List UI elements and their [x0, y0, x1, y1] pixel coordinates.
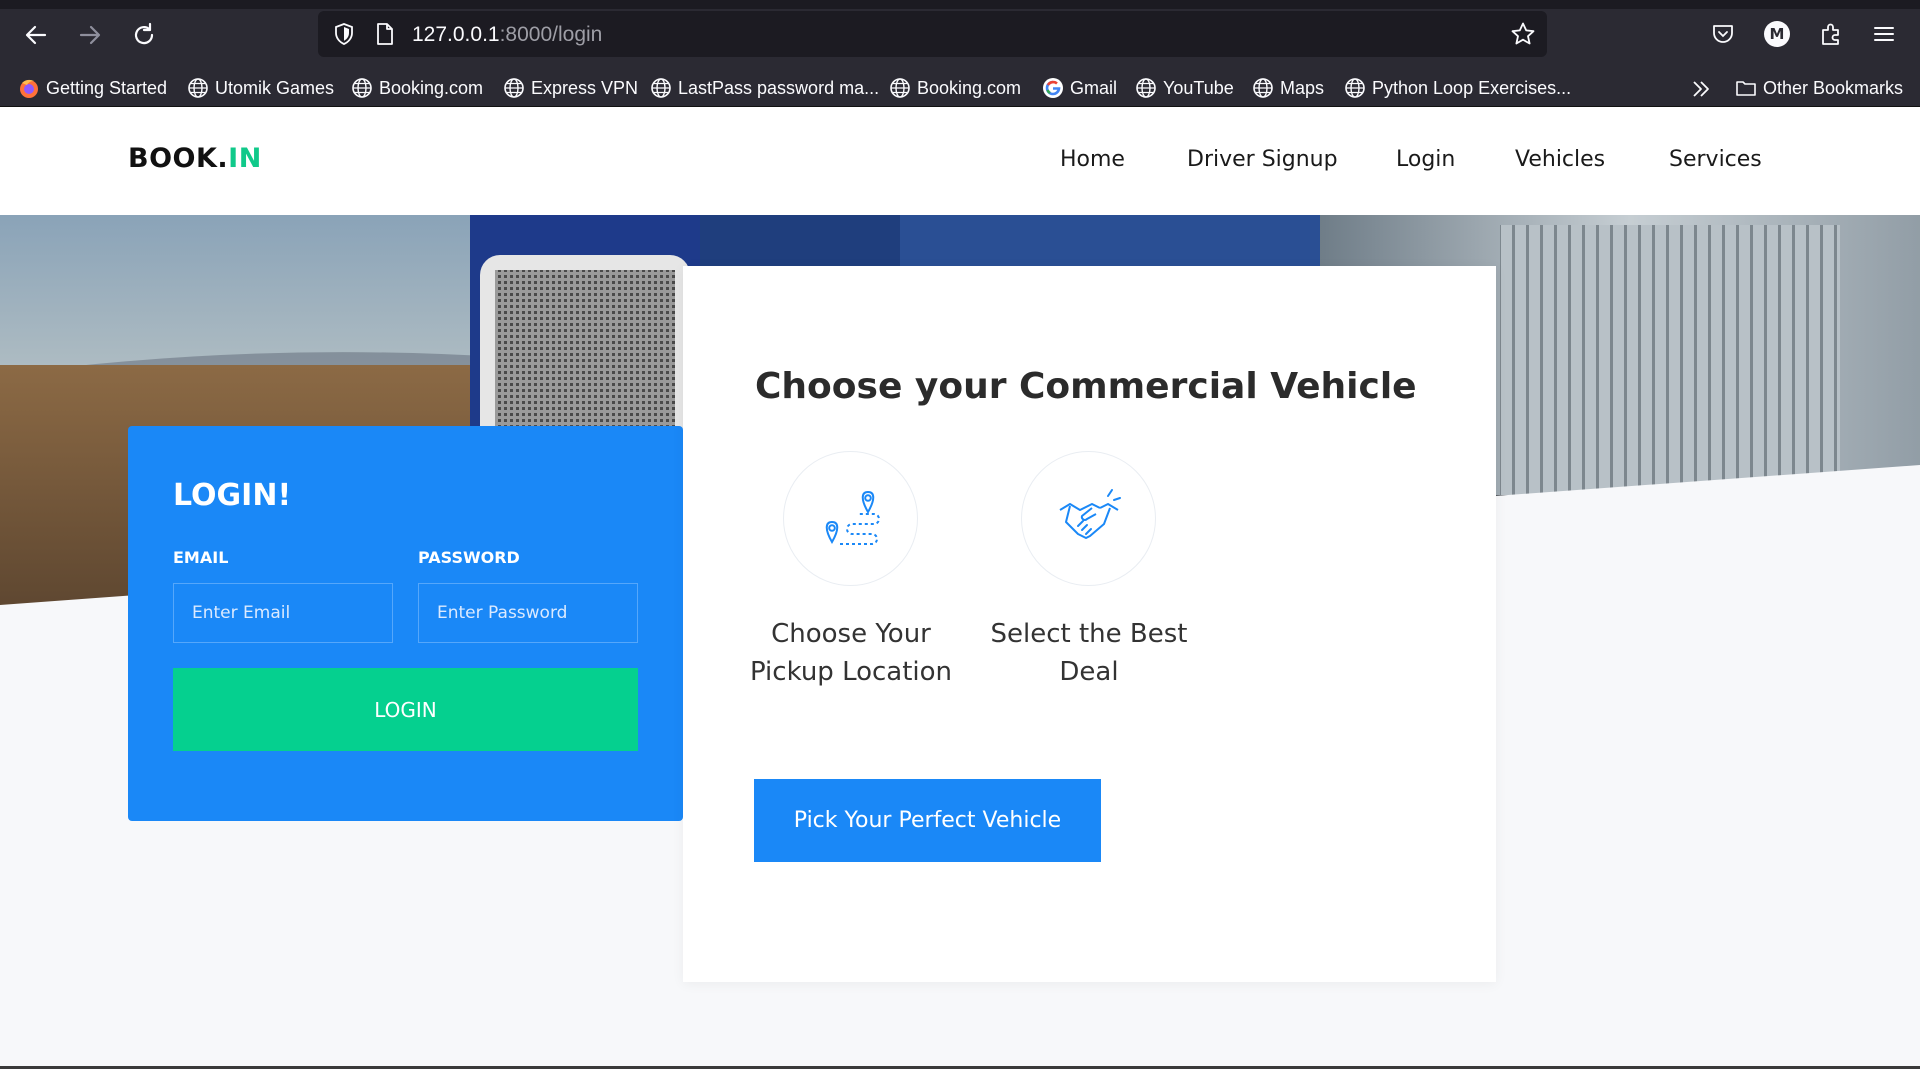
login-card: LOGIN! EMAIL PASSWORD LOGIN [128, 426, 683, 821]
bookmark-star-icon[interactable] [1510, 21, 1536, 47]
firefox-icon [18, 77, 40, 99]
nav-vehicles[interactable]: Vehicles [1515, 147, 1605, 172]
bookmark-item[interactable]: Python Loop Exercises... [1344, 74, 1571, 102]
login-button[interactable]: LOGIN [173, 668, 638, 751]
bookmarks-bar: Getting Started Utomik Games Booking.com… [0, 70, 1920, 107]
bookmark-item[interactable]: Booking.com [351, 74, 483, 102]
nav-services[interactable]: Services [1669, 147, 1762, 172]
bookmark-item[interactable]: Gmail [1042, 74, 1117, 102]
back-arrow-icon [25, 25, 47, 45]
bookmark-item[interactable]: Utomik Games [187, 74, 334, 102]
account-avatar[interactable]: M [1764, 21, 1790, 47]
bookmark-label: Booking.com [917, 77, 1022, 98]
feature-card: Choose your Commercial Vehicle Choose Yo… [683, 266, 1496, 982]
bookmark-item[interactable]: LastPass password ma... [650, 74, 879, 102]
pocket-icon[interactable] [1711, 22, 1735, 46]
bookmark-item[interactable]: Maps [1252, 74, 1324, 102]
logo-accent-text: IN [228, 143, 262, 174]
bookmark-label: LastPass password ma... [678, 77, 880, 98]
page-icon[interactable] [374, 22, 396, 46]
email-label: EMAIL [173, 548, 229, 567]
bookmark-label: Express VPN [531, 77, 639, 98]
nav-driver-signup[interactable]: Driver Signup [1187, 147, 1338, 172]
nav-login[interactable]: Login [1396, 147, 1455, 172]
handshake-icon [1058, 488, 1121, 539]
site-logo[interactable]: BOOK.IN [128, 143, 262, 174]
globe-icon [650, 77, 672, 99]
email-field[interactable] [173, 583, 393, 643]
globe-icon [1252, 77, 1274, 99]
reload-icon [134, 22, 154, 45]
chevron-double-right-icon[interactable] [1690, 78, 1712, 100]
globe-icon [351, 77, 373, 99]
back-button[interactable] [21, 20, 51, 50]
feature-label-deal: Select the Best Deal [990, 619, 1188, 687]
login-title: LOGIN! [173, 478, 292, 513]
logo-text: BOOK. [128, 143, 229, 174]
bookmark-item[interactable]: Getting Started [18, 74, 167, 102]
globe-icon [503, 77, 525, 99]
globe-icon [889, 77, 911, 99]
tab-strip [0, 0, 1920, 9]
shield-icon[interactable] [332, 22, 356, 46]
forward-arrow-icon [79, 25, 101, 45]
password-field[interactable] [418, 583, 638, 643]
bookmark-label: Python Loop Exercises... [1372, 77, 1572, 98]
feature-icon-circle [1021, 451, 1156, 586]
globe-icon [1135, 77, 1157, 99]
feature-title: Choose your Commercial Vehicle [755, 366, 1417, 407]
address-bar[interactable]: 127.0.0.1:8000/login [318, 11, 1547, 57]
password-label: PASSWORD [418, 548, 520, 567]
feature-icon-circle [783, 451, 918, 586]
globe-icon [187, 77, 209, 99]
site-header: BOOK.IN Home Driver Signup Login Vehicle… [0, 107, 1920, 215]
bookmark-item[interactable]: YouTube [1135, 74, 1234, 102]
globe-icon [1344, 77, 1366, 99]
feature-label-pickup: Choose Your Pickup Location [749, 619, 953, 687]
pick-vehicle-button[interactable]: Pick Your Perfect Vehicle [754, 779, 1101, 862]
bookmark-label: Getting Started [46, 77, 168, 98]
other-bookmarks-label: Other Bookmarks [1763, 77, 1904, 98]
google-icon [1042, 77, 1064, 99]
url-text[interactable]: 127.0.0.1:8000/login [412, 23, 602, 47]
bookmark-label: Utomik Games [215, 77, 335, 98]
nav-home[interactable]: Home [1060, 147, 1125, 172]
bookmark-label: Booking.com [379, 77, 484, 98]
menu-icon[interactable] [1872, 22, 1896, 46]
bookmark-label: Gmail [1070, 77, 1118, 98]
extensions-icon[interactable] [1818, 21, 1844, 47]
reload-button[interactable] [129, 20, 159, 50]
other-bookmarks[interactable]: Other Bookmarks [1735, 74, 1903, 102]
url-path: :8000/login [499, 23, 603, 46]
map-route-icon [825, 490, 880, 545]
bookmark-label: YouTube [1163, 77, 1234, 98]
bookmark-label: Maps [1280, 77, 1325, 98]
browser-toolbar: 127.0.0.1:8000/login M [0, 0, 1920, 70]
forward-button[interactable] [75, 20, 105, 50]
bookmark-item[interactable]: Express VPN [503, 74, 638, 102]
folder-icon [1735, 77, 1757, 99]
url-host: 127.0.0.1 [412, 23, 500, 46]
bookmark-item[interactable]: Booking.com [889, 74, 1021, 102]
